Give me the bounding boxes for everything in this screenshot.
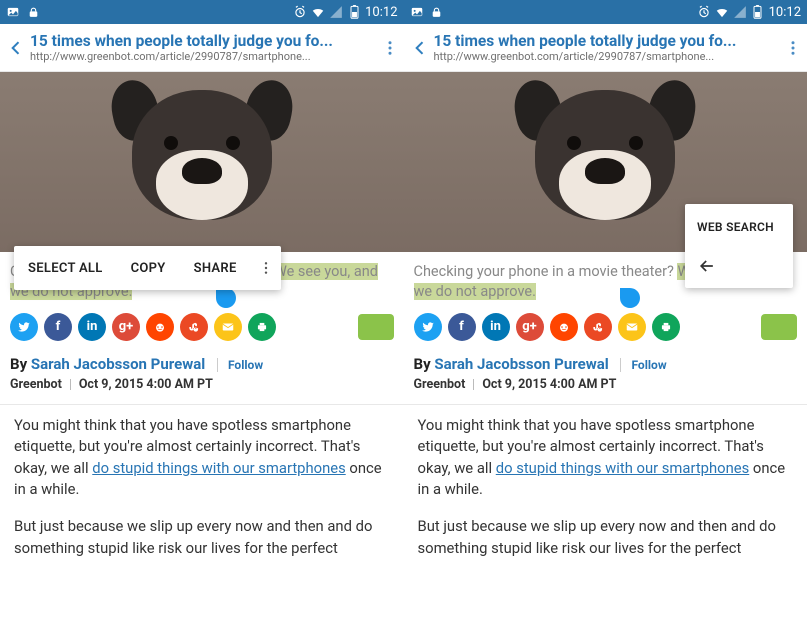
page-url: http://www.greenbot.com/article/2990787/… bbox=[30, 50, 378, 63]
phone-screenshot-left: 10:12 15 times when people totally judge… bbox=[0, 0, 404, 625]
status-bar: 10:12 bbox=[404, 0, 807, 24]
by-label: By bbox=[414, 355, 435, 373]
comments-button[interactable] bbox=[761, 314, 797, 340]
text-selection-action-bar: SELECT ALL COPY SHARE bbox=[14, 246, 281, 290]
article-paragraph: You might think that you have spotless s… bbox=[418, 415, 794, 501]
email-share-icon[interactable] bbox=[618, 313, 646, 341]
wifi-icon bbox=[311, 5, 325, 19]
copy-action[interactable]: COPY bbox=[117, 246, 180, 290]
meta-date: Oct 9, 2015 4:00 AM PT bbox=[482, 377, 616, 392]
alarm-icon bbox=[293, 5, 307, 19]
status-bar: 10:12 bbox=[0, 0, 404, 24]
selection-end-handle[interactable] bbox=[216, 288, 236, 308]
meta-source: Greenbot bbox=[414, 377, 466, 392]
googleplus-share-icon[interactable]: g+ bbox=[112, 313, 140, 341]
article-meta: Greenbot Oct 9, 2015 4:00 AM PT bbox=[404, 375, 807, 402]
reddit-share-icon[interactable] bbox=[146, 313, 174, 341]
image-notif-icon bbox=[6, 5, 20, 19]
phone-screenshot-right: 10:12 15 times when people totally judge… bbox=[404, 0, 807, 625]
selection-more-button[interactable] bbox=[251, 260, 281, 276]
twitter-share-icon[interactable] bbox=[10, 313, 38, 341]
select-all-action[interactable]: SELECT ALL bbox=[14, 246, 117, 290]
byline: By Sarah Jacobsson Purewal Follow bbox=[404, 349, 807, 375]
selection-overflow-menu: WEB SEARCH bbox=[685, 204, 793, 288]
facebook-share-icon[interactable]: f bbox=[448, 313, 476, 341]
clock-text: 10:12 bbox=[769, 5, 801, 20]
selection-menu-back-button[interactable] bbox=[685, 246, 793, 284]
inline-link[interactable]: do stupid things with our smartphones bbox=[496, 459, 749, 477]
stumbleupon-share-icon[interactable] bbox=[180, 313, 208, 341]
cell-signal-icon bbox=[733, 5, 747, 19]
wifi-icon bbox=[715, 5, 729, 19]
back-button[interactable] bbox=[408, 24, 432, 72]
by-label: By bbox=[10, 355, 31, 373]
alarm-icon bbox=[697, 5, 711, 19]
googleplus-share-icon[interactable]: g+ bbox=[516, 313, 544, 341]
inline-link[interactable]: do stupid things with our smartphones bbox=[92, 459, 345, 477]
article-meta: Greenbot Oct 9, 2015 4:00 AM PT bbox=[0, 375, 404, 402]
meta-source: Greenbot bbox=[10, 377, 62, 392]
browser-menu-button[interactable] bbox=[380, 39, 400, 57]
browser-url-bar: 15 times when people totally judge you f… bbox=[404, 24, 807, 72]
follow-link[interactable]: Follow bbox=[217, 358, 263, 372]
linkedin-share-icon[interactable]: in bbox=[78, 313, 106, 341]
divider bbox=[404, 404, 807, 405]
web-search-action[interactable]: WEB SEARCH bbox=[685, 208, 793, 246]
divider bbox=[0, 404, 404, 405]
battery-icon bbox=[751, 5, 765, 19]
caption-prefix: Checking your phone in a movie theater? bbox=[414, 263, 678, 280]
print-icon[interactable] bbox=[248, 313, 276, 341]
clock-text: 10:12 bbox=[365, 5, 397, 20]
facebook-share-icon[interactable]: f bbox=[44, 313, 72, 341]
follow-link[interactable]: Follow bbox=[620, 358, 666, 372]
browser-menu-button[interactable] bbox=[783, 39, 803, 57]
back-button[interactable] bbox=[4, 24, 28, 72]
page-title: 15 times when people totally judge you f… bbox=[30, 32, 378, 50]
battery-icon bbox=[347, 5, 361, 19]
byline: By Sarah Jacobsson Purewal Follow bbox=[0, 349, 404, 375]
twitter-share-icon[interactable] bbox=[414, 313, 442, 341]
article-paragraph: But just because we slip up every now an… bbox=[14, 516, 390, 559]
lock-notif-icon bbox=[26, 5, 40, 19]
article-body: You might think that you have spotless s… bbox=[404, 415, 807, 560]
meta-date: Oct 9, 2015 4:00 AM PT bbox=[79, 377, 213, 392]
reddit-share-icon[interactable] bbox=[550, 313, 578, 341]
page-title: 15 times when people totally judge you f… bbox=[434, 32, 782, 50]
linkedin-share-icon[interactable]: in bbox=[482, 313, 510, 341]
hero-image bbox=[0, 72, 404, 252]
stumbleupon-share-icon[interactable] bbox=[584, 313, 612, 341]
comments-button[interactable] bbox=[358, 314, 394, 340]
print-icon[interactable] bbox=[652, 313, 680, 341]
article-paragraph: You might think that you have spotless s… bbox=[14, 415, 390, 501]
selection-end-handle[interactable] bbox=[620, 288, 640, 308]
article-body: You might think that you have spotless s… bbox=[0, 415, 404, 560]
page-url: http://www.greenbot.com/article/2990787/… bbox=[434, 50, 782, 63]
image-notif-icon bbox=[410, 5, 424, 19]
social-share-row: f in g+ bbox=[404, 309, 807, 349]
article-paragraph: But just because we slip up every now an… bbox=[418, 516, 794, 559]
share-action[interactable]: SHARE bbox=[180, 246, 251, 290]
author-link[interactable]: Sarah Jacobsson Purewal bbox=[434, 355, 608, 373]
browser-url-bar: 15 times when people totally judge you f… bbox=[0, 24, 404, 72]
author-link[interactable]: Sarah Jacobsson Purewal bbox=[31, 355, 205, 373]
social-share-row: f in g+ bbox=[0, 309, 404, 349]
cell-signal-icon bbox=[329, 5, 343, 19]
lock-notif-icon bbox=[430, 5, 444, 19]
email-share-icon[interactable] bbox=[214, 313, 242, 341]
